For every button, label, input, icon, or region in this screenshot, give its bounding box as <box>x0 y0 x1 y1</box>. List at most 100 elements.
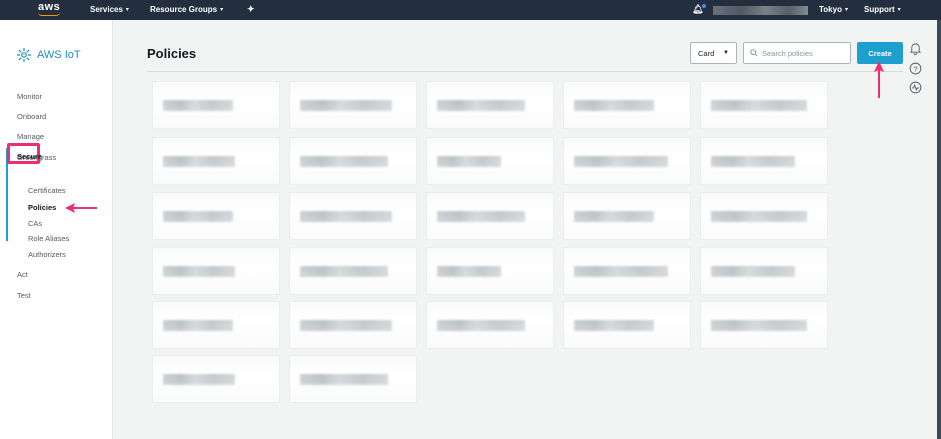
sidebar-item-test[interactable]: Test <box>17 291 31 300</box>
iot-logo-icon <box>17 48 31 62</box>
aws-iot-brand[interactable]: AWS IoT <box>16 47 81 63</box>
policy-card[interactable] <box>701 193 827 239</box>
policy-card[interactable] <box>153 356 279 402</box>
right-edge-bar <box>937 20 941 439</box>
card-redaction-overlay <box>290 356 416 402</box>
aws-smile-icon <box>38 12 60 16</box>
policy-card[interactable] <box>290 82 416 128</box>
header-divider <box>147 71 903 72</box>
search-policies-field[interactable] <box>743 42 851 64</box>
policy-card[interactable] <box>427 248 553 294</box>
brand-label: AWS IoT <box>37 49 81 61</box>
policy-card[interactable] <box>427 302 553 348</box>
card-redaction-overlay <box>153 82 279 128</box>
card-redaction-overlay <box>564 302 690 348</box>
policy-card[interactable] <box>290 138 416 184</box>
search-icon <box>750 49 758 57</box>
card-redaction-overlay <box>153 356 279 402</box>
card-redaction-overlay <box>701 302 827 348</box>
view-mode-select[interactable]: Card ▼ <box>690 42 737 64</box>
card-redaction-overlay <box>701 82 827 128</box>
card-redaction-overlay <box>564 193 690 239</box>
card-redaction-overlay <box>427 248 553 294</box>
services-menu[interactable]: Services ▾ <box>90 5 129 14</box>
chevron-down-icon: ▾ <box>125 7 129 13</box>
policy-card[interactable] <box>153 82 279 128</box>
activity-monitor-icon[interactable] <box>909 81 922 94</box>
sidebar: AWS IoT <box>0 20 113 439</box>
help-icon[interactable]: ? <box>909 62 922 75</box>
annotation-arrow-up-icon <box>874 61 884 98</box>
policy-card[interactable] <box>701 138 827 184</box>
card-redaction-overlay <box>290 82 416 128</box>
card-redaction-overlay <box>427 138 553 184</box>
card-redaction-overlay <box>427 82 553 128</box>
policy-card[interactable] <box>701 248 827 294</box>
top-navigation-bar: aws Services ▾ Resource Groups ▾ ✦ 🔔︎ To… <box>0 0 941 20</box>
card-redaction-overlay <box>153 248 279 294</box>
policy-card[interactable] <box>427 138 553 184</box>
card-redaction-overlay <box>290 248 416 294</box>
card-redaction-overlay <box>427 193 553 239</box>
card-redaction-overlay <box>290 302 416 348</box>
sidebar-sub-policies[interactable]: Policies <box>28 203 56 212</box>
policy-card[interactable] <box>153 302 279 348</box>
sidebar-sub-certificates[interactable]: Certificates <box>28 186 66 195</box>
sidebar-sub-role-aliases[interactable]: Role Aliases <box>28 234 69 243</box>
pin-icon[interactable]: ✦ <box>247 4 255 15</box>
card-redaction-overlay <box>564 82 690 128</box>
search-input[interactable] <box>762 48 848 58</box>
view-mode-value: Card <box>698 48 715 58</box>
policy-card[interactable] <box>564 138 690 184</box>
policy-card[interactable] <box>701 302 827 348</box>
card-redaction-overlay <box>564 138 690 184</box>
region-label: Tokyo <box>819 5 842 14</box>
policy-card[interactable] <box>564 82 690 128</box>
policy-card[interactable] <box>701 82 827 128</box>
policy-card[interactable] <box>153 248 279 294</box>
sidebar-item-onboard[interactable]: Onboard <box>17 112 46 121</box>
notifications-bell-icon[interactable] <box>909 42 922 55</box>
policy-card[interactable] <box>290 248 416 294</box>
card-redaction-overlay <box>427 302 553 348</box>
policy-card[interactable] <box>290 356 416 402</box>
account-name-redacted[interactable] <box>713 6 808 15</box>
policy-card[interactable] <box>427 193 553 239</box>
policy-card[interactable] <box>564 193 690 239</box>
notification-dot <box>702 4 706 8</box>
policy-card[interactable] <box>564 248 690 294</box>
chevron-down-icon: ▾ <box>220 7 224 13</box>
chevron-down-icon: ▼ <box>723 50 729 56</box>
sidebar-item-act[interactable]: Act <box>17 270 28 279</box>
sidebar-item-manage[interactable]: Manage <box>17 132 44 141</box>
policy-card[interactable] <box>290 302 416 348</box>
chevron-down-icon: ▾ <box>897 7 901 13</box>
card-redaction-overlay <box>564 248 690 294</box>
policy-card[interactable] <box>427 82 553 128</box>
chevron-down-icon: ▾ <box>844 7 848 13</box>
resource-groups-label: Resource Groups <box>150 5 218 14</box>
policy-card[interactable] <box>153 193 279 239</box>
region-menu[interactable]: Tokyo ▾ <box>819 5 848 14</box>
sidebar-sub-cas[interactable]: CAs <box>28 219 42 228</box>
policy-card[interactable] <box>564 302 690 348</box>
card-redaction-overlay <box>153 138 279 184</box>
sidebar-item-secure[interactable]: Secure <box>17 152 42 161</box>
annotation-arrow-left-icon <box>65 203 97 213</box>
page-title: Policies <box>147 46 197 61</box>
policy-card[interactable] <box>153 138 279 184</box>
card-redaction-overlay <box>701 193 827 239</box>
policy-card[interactable] <box>290 193 416 239</box>
card-redaction-overlay <box>153 193 279 239</box>
support-label: Support <box>864 5 895 14</box>
card-redaction-overlay <box>701 248 827 294</box>
services-label: Services <box>90 5 123 14</box>
card-redaction-overlay <box>290 193 416 239</box>
support-menu[interactable]: Support ▾ <box>864 5 901 14</box>
resource-groups-menu[interactable]: Resource Groups ▾ <box>150 5 223 14</box>
card-redaction-overlay <box>290 138 416 184</box>
card-redaction-overlay <box>701 138 827 184</box>
sidebar-item-monitor[interactable]: Monitor <box>17 92 42 101</box>
svg-text:?: ? <box>913 64 917 73</box>
sidebar-sub-authorizers[interactable]: Authorizers <box>28 250 66 259</box>
